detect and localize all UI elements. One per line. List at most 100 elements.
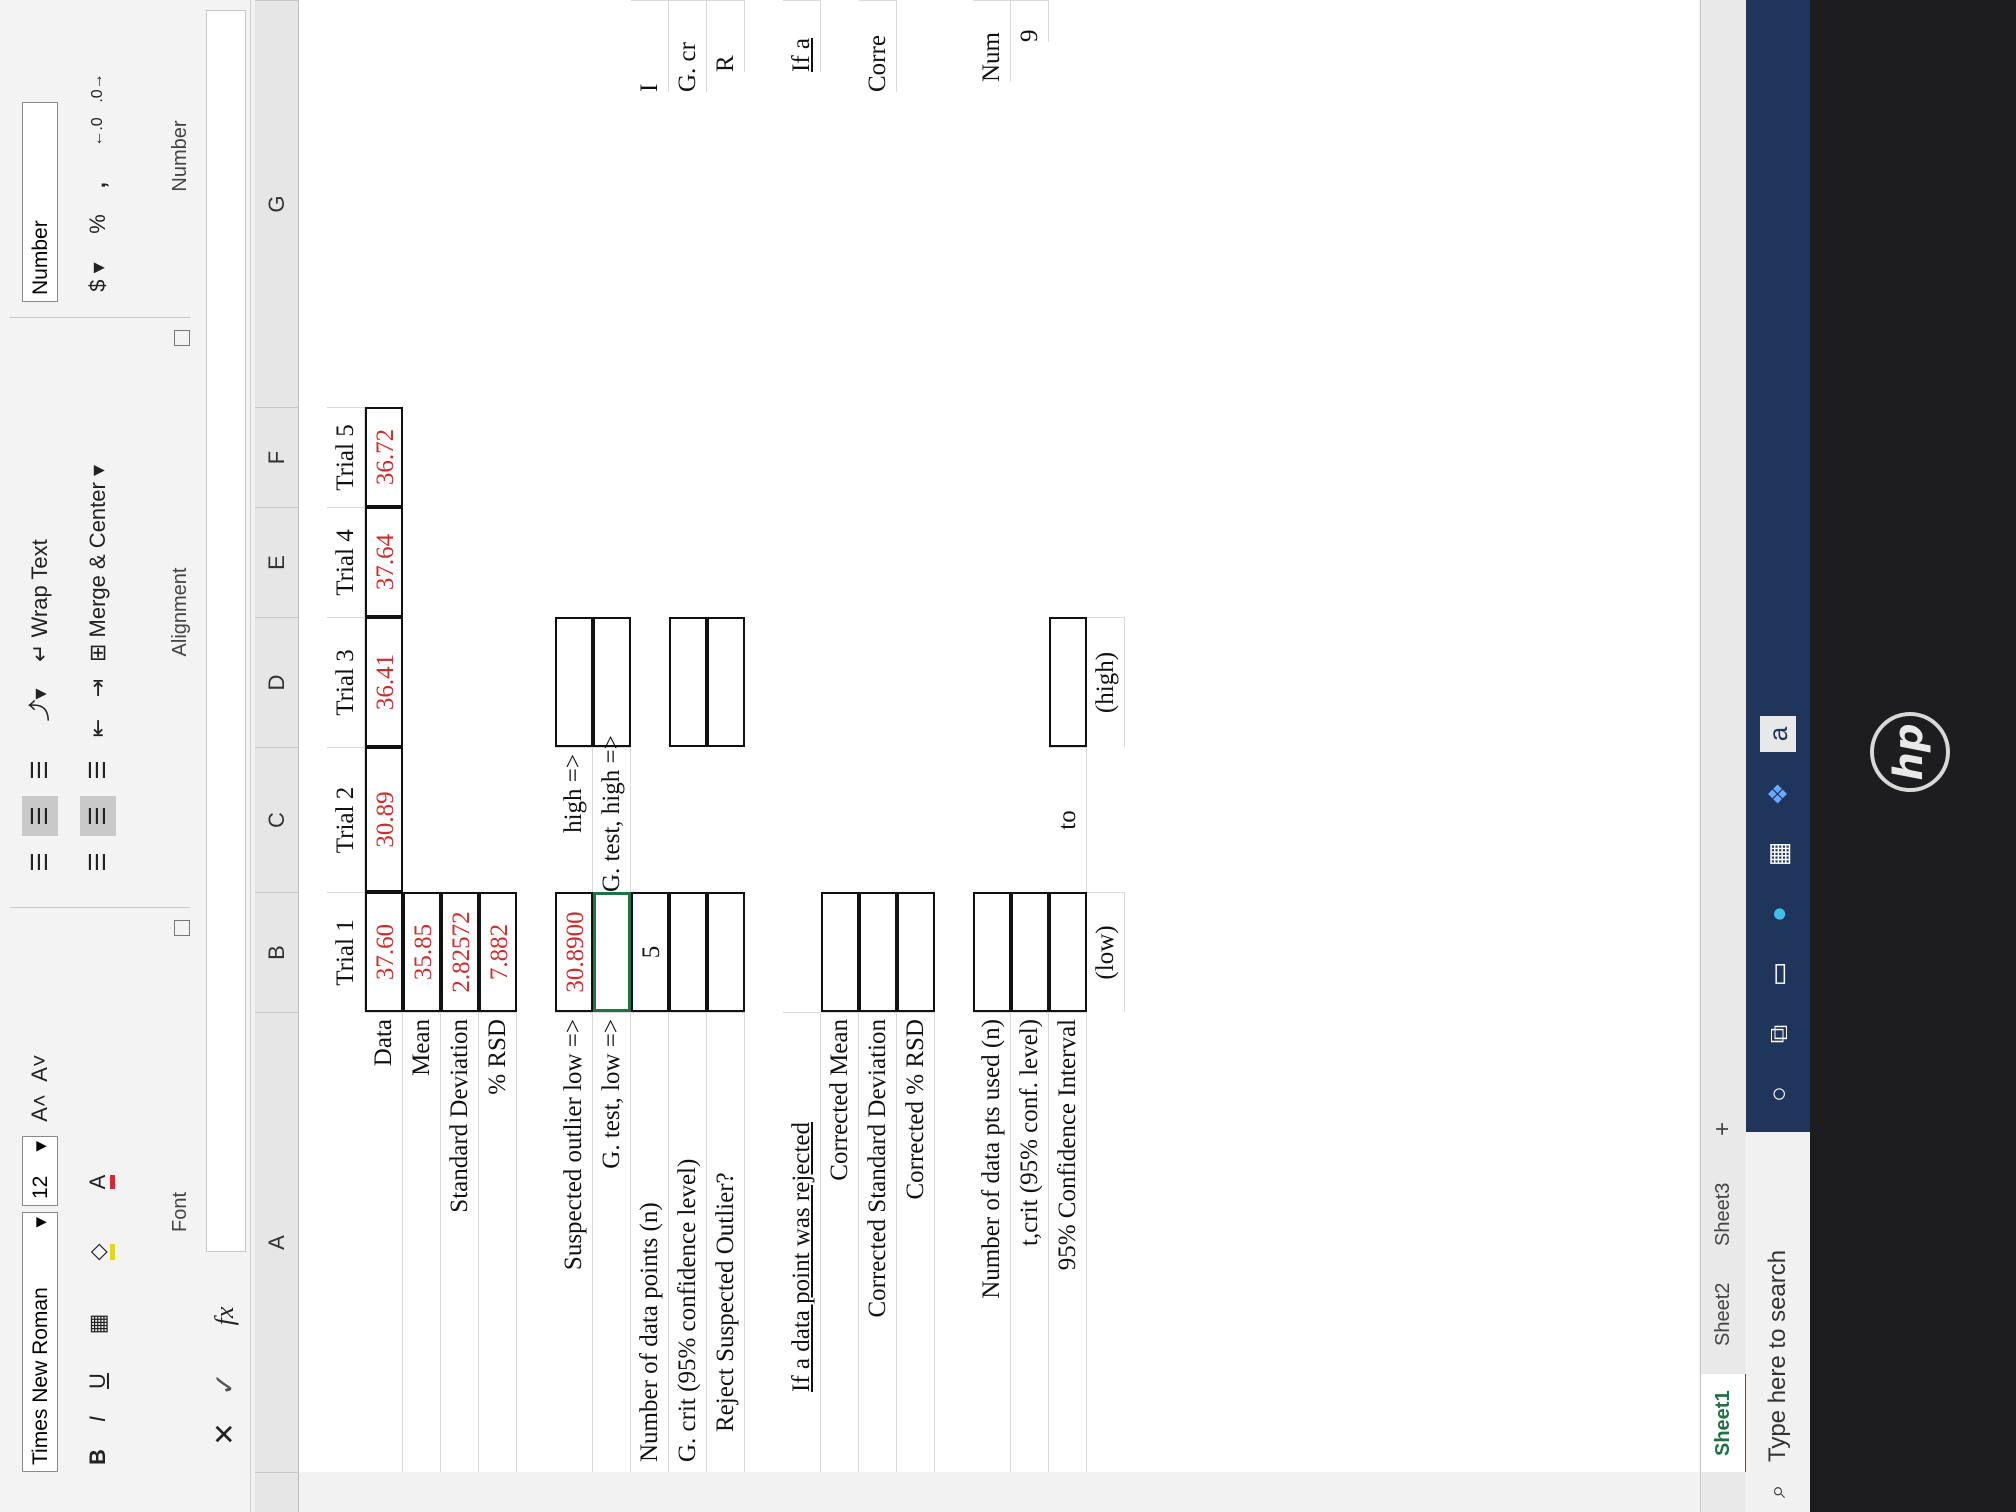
reject-high-cell[interactable]: [707, 617, 745, 747]
data-label[interactable]: Data: [365, 1012, 403, 1472]
bold-button[interactable]: B: [80, 1442, 116, 1472]
gtest-high-label[interactable]: G. test, high =>: [593, 735, 631, 892]
column-header-b[interactable]: B: [255, 892, 299, 1012]
column-header-a[interactable]: A: [255, 1012, 299, 1472]
reject-cell[interactable]: [707, 892, 745, 1012]
reject-label[interactable]: Reject Suspected Outlier?: [707, 1012, 745, 1472]
tab-sheet3[interactable]: Sheet3: [1701, 1167, 1745, 1262]
gtest-low-label[interactable]: G. test, low =>: [593, 1012, 631, 1472]
corrected-sd-label[interactable]: Corrected Standard Deviation: [859, 1012, 897, 1472]
dropbox-icon[interactable]: ❖: [1760, 776, 1796, 812]
borders-icon[interactable]: ▦: [80, 1304, 116, 1344]
ci-to-label[interactable]: to: [1049, 747, 1087, 892]
decrease-indent-icon[interactable]: ⇤: [80, 710, 116, 746]
amazon-app-icon[interactable]: a: [1760, 716, 1796, 752]
mean-value-cell[interactable]: 35.85: [403, 892, 441, 1012]
percent-button[interactable]: %: [80, 206, 116, 242]
sd-value-cell[interactable]: 2.82572: [441, 892, 479, 1012]
shrink-font-button[interactable]: A˅: [22, 1050, 58, 1086]
align-left-icon[interactable]: ☰: [80, 842, 116, 882]
formula-input[interactable]: [206, 10, 246, 1252]
ci-high-caption[interactable]: (high): [1087, 617, 1125, 747]
increase-indent-icon[interactable]: ⇥: [80, 670, 116, 706]
n-used-cell[interactable]: [973, 892, 1011, 1012]
insert-function-button[interactable]: fx: [207, 1286, 243, 1346]
align-center-icon[interactable]: ☰: [80, 796, 116, 836]
trial-header[interactable]: Trial 4: [327, 507, 365, 617]
font-size-box[interactable]: 12 ▾: [22, 1136, 58, 1206]
wrap-text-button[interactable]: ↵ Wrap Text: [22, 362, 58, 662]
data-cell[interactable]: 36.41: [365, 617, 403, 747]
trial-header[interactable]: Trial 3: [327, 617, 365, 747]
data-cell[interactable]: 36.72: [365, 407, 403, 507]
cancel-icon[interactable]: ✕: [207, 1416, 243, 1452]
outlier-low-label[interactable]: Suspected outlier low =>: [555, 1012, 593, 1472]
underline-button[interactable]: U: [80, 1366, 116, 1396]
enter-check-icon[interactable]: ✓: [207, 1366, 243, 1402]
data-cell[interactable]: 37.64: [365, 507, 403, 617]
font-name-box[interactable]: Times New Roman ▾: [22, 1212, 58, 1472]
trial-header[interactable]: Trial 5: [327, 407, 365, 507]
fill-color-icon[interactable]: ◇: [80, 1232, 116, 1272]
store-grid-icon[interactable]: ▦: [1760, 836, 1796, 872]
corrected-rsd-cell[interactable]: [897, 892, 935, 1012]
mean-label[interactable]: Mean: [403, 1012, 441, 1472]
sd-label[interactable]: Standard Deviation: [441, 1012, 479, 1472]
align-right-icon[interactable]: ☰: [80, 750, 116, 790]
tcrit-label[interactable]: t,crit (95% conf. level): [1011, 1012, 1049, 1472]
rsd-value-cell[interactable]: 7.882: [479, 892, 517, 1012]
comma-button[interactable]: ,: [80, 170, 116, 200]
corrected-mean-cell[interactable]: [821, 892, 859, 1012]
ci-high-cell[interactable]: [1049, 617, 1087, 747]
add-sheet-button[interactable]: +: [1701, 1106, 1745, 1152]
align-middle-icon[interactable]: ☰: [22, 796, 58, 836]
tab-sheet1[interactable]: Sheet1: [1701, 1374, 1748, 1472]
number-format-box[interactable]: Number: [22, 102, 58, 302]
taskbar-search-box[interactable]: ⌕ Type here to search: [1746, 1132, 1810, 1512]
dialog-launcher-icon[interactable]: [174, 330, 190, 346]
n-value-cell[interactable]: 5: [631, 892, 669, 1012]
column-header-f[interactable]: F: [255, 407, 299, 507]
select-all-corner[interactable]: [255, 1472, 299, 1512]
data-cell[interactable]: 30.89: [365, 747, 403, 892]
align-top-icon[interactable]: ☰: [22, 842, 58, 882]
font-color-button[interactable]: A: [80, 1162, 116, 1202]
column-header-d[interactable]: D: [255, 617, 299, 747]
gcrit-label[interactable]: G. crit (95% confidence level): [669, 1012, 707, 1472]
rsd-label[interactable]: % RSD: [479, 1012, 517, 1472]
ci-label[interactable]: 95% Confidence Interval: [1049, 1012, 1087, 1472]
column-header-c[interactable]: C: [255, 747, 299, 892]
outlier-high-cell[interactable]: [555, 617, 593, 747]
dialog-launcher-icon[interactable]: [174, 920, 190, 936]
italic-button[interactable]: I: [80, 1404, 116, 1434]
ci-low-cell[interactable]: [1049, 892, 1087, 1012]
orientation-icon[interactable]: ⤴▾: [22, 680, 58, 730]
gcrit-cell[interactable]: [669, 892, 707, 1012]
trial-header[interactable]: Trial 1: [327, 892, 365, 1012]
edge-browser-icon[interactable]: ●: [1760, 896, 1796, 932]
grow-font-button[interactable]: A˄: [22, 1090, 58, 1126]
decrease-decimal-icon[interactable]: .0→: [80, 68, 116, 108]
file-explorer-icon[interactable]: ▭: [1760, 956, 1796, 992]
trial-header[interactable]: Trial 2: [327, 747, 365, 892]
tcrit-cell[interactable]: [1011, 892, 1049, 1012]
rejected-header[interactable]: If a data point was rejected: [783, 1012, 821, 1472]
increase-decimal-icon[interactable]: ←.0: [80, 112, 116, 152]
merge-center-button[interactable]: ⊞ Merge & Center ▾: [80, 342, 116, 662]
corrected-mean-label[interactable]: Corrected Mean: [821, 1012, 859, 1472]
gcrit-high-cell[interactable]: [669, 617, 707, 747]
n-label[interactable]: Number of data points (n): [631, 1012, 669, 1472]
column-header-g[interactable]: G: [255, 0, 299, 407]
gtest-low-cell[interactable]: [593, 892, 631, 1012]
column-header-e[interactable]: E: [255, 507, 299, 617]
currency-button[interactable]: $ ▾: [80, 252, 116, 302]
corrected-rsd-label[interactable]: Corrected % RSD: [897, 1012, 935, 1472]
corrected-sd-cell[interactable]: [859, 892, 897, 1012]
data-cell[interactable]: 37.60: [365, 892, 403, 1012]
gtest-high-cell[interactable]: [593, 617, 631, 747]
ci-low-caption[interactable]: (low): [1087, 892, 1125, 1012]
tab-sheet2[interactable]: Sheet2: [1701, 1267, 1745, 1362]
cortana-icon[interactable]: ○: [1760, 1076, 1796, 1112]
task-view-icon[interactable]: ⧉: [1760, 1016, 1796, 1052]
align-bottom-icon[interactable]: ☰: [22, 750, 58, 790]
